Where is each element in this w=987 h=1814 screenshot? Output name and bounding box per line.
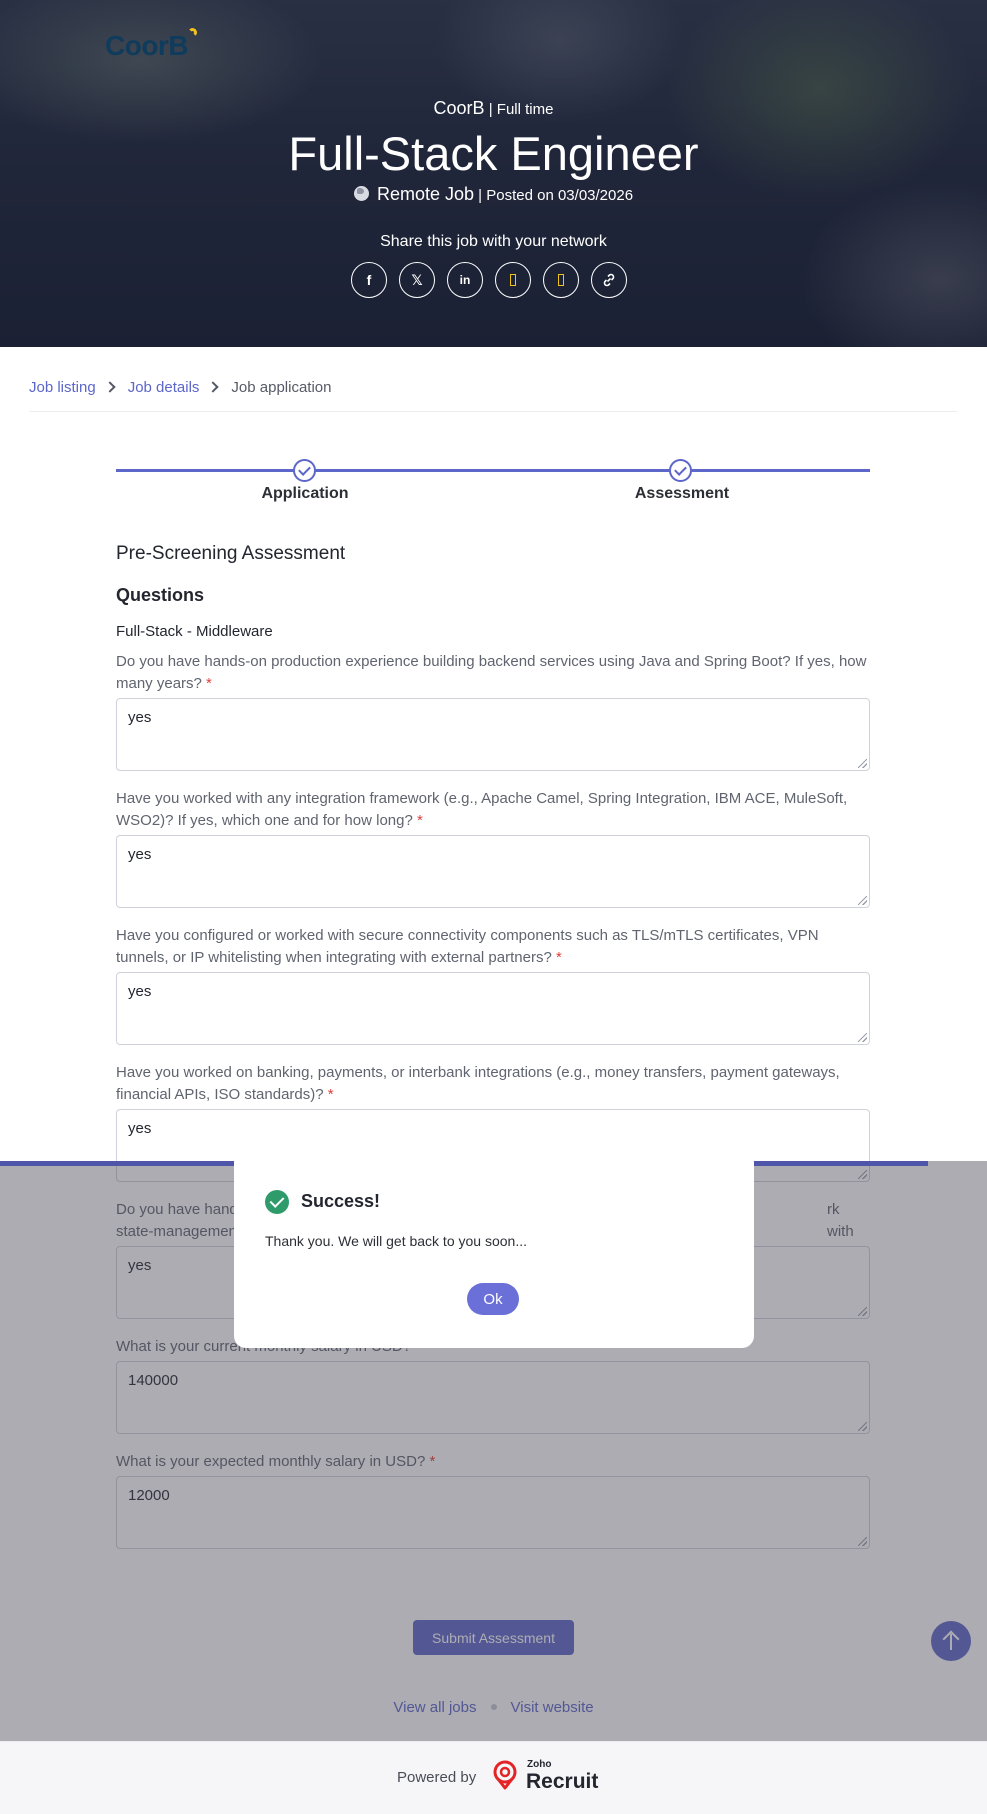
step-application-label: Application [261, 485, 349, 502]
link-icon[interactable] [591, 262, 627, 298]
share-buttons: f 𝕏 in [351, 262, 641, 298]
check-circle-icon [265, 1190, 289, 1214]
question-label: Have you configured or worked with secur… [116, 927, 819, 966]
question-group-title: Full-Stack - Middleware [116, 623, 273, 640]
breadcrumb-job-application: Job application [231, 378, 332, 396]
dialog-message: Thank you. We will get back to you soon.… [265, 1233, 527, 1249]
answer-textarea[interactable]: yes [116, 698, 870, 771]
answer-textarea[interactable]: yes [116, 972, 870, 1045]
globe-icon [353, 186, 369, 201]
answer-textarea[interactable]: yes [116, 835, 870, 908]
company-logo[interactable]: CoorB [105, 28, 198, 62]
linkedin-icon[interactable]: in [447, 262, 483, 298]
step-complete-check-icon [669, 459, 692, 482]
job-meta: CoorB | Full time [433, 98, 554, 118]
recruit-brand: Recruit [526, 1770, 599, 1793]
breadcrumb: Job listing Job details Job application [29, 376, 332, 398]
dialog-title: Success! [301, 1191, 381, 1211]
divider [29, 411, 957, 412]
company-name: CoorB [433, 98, 485, 118]
question-label: Have you worked with any integration fra… [116, 790, 848, 829]
breadcrumb-job-details[interactable]: Job details [128, 379, 200, 396]
questions-heading: Questions [116, 585, 205, 605]
job-type: Full time [496, 101, 554, 118]
powered-by-footer: Powered by Zoho Recruit [0, 1741, 987, 1814]
facebook-icon[interactable]: f [351, 262, 387, 298]
posted-date: | Posted on 03/03/2026 [474, 187, 634, 204]
question-label: Do you have hands-on production experien… [116, 653, 867, 692]
zoho-brand: Zoho [527, 1759, 552, 1770]
job-location: Remote Job [376, 184, 475, 204]
resize-handle-icon[interactable] [858, 896, 867, 905]
chevron-right-icon [104, 381, 116, 393]
breadcrumb-job-listing[interactable]: Job listing [29, 379, 96, 396]
ok-button[interactable]: Ok [467, 1283, 519, 1315]
share-icon[interactable] [543, 262, 579, 298]
chevron-right-icon [207, 381, 220, 393]
step-assessment-label: Assessment [634, 485, 730, 502]
section-title: Pre-Screening Assessment [116, 543, 346, 564]
share-heading: Share this job with your network [380, 233, 607, 250]
powered-by-text: Powered by [397, 1769, 477, 1786]
zoho-recruit-logo-icon [493, 1760, 517, 1790]
stepper-progress-line [116, 469, 870, 472]
question-label: Have you worked on banking, payments, or… [116, 1064, 840, 1103]
x-icon[interactable]: 𝕏 [399, 262, 435, 298]
success-dialog: Success! Thank you. We will get back to … [234, 1150, 754, 1348]
resize-handle-icon[interactable] [858, 1033, 867, 1042]
job-header-banner: CoorB CoorB | Full time Full-Stack Engin… [0, 0, 987, 347]
job-location-line: Remote Job | Posted on 03/03/2026 [0, 184, 987, 205]
resize-handle-icon[interactable] [858, 759, 867, 768]
share-icon[interactable] [495, 262, 531, 298]
job-title: Full-Stack Engineer [288, 127, 699, 180]
step-complete-check-icon [293, 459, 316, 482]
